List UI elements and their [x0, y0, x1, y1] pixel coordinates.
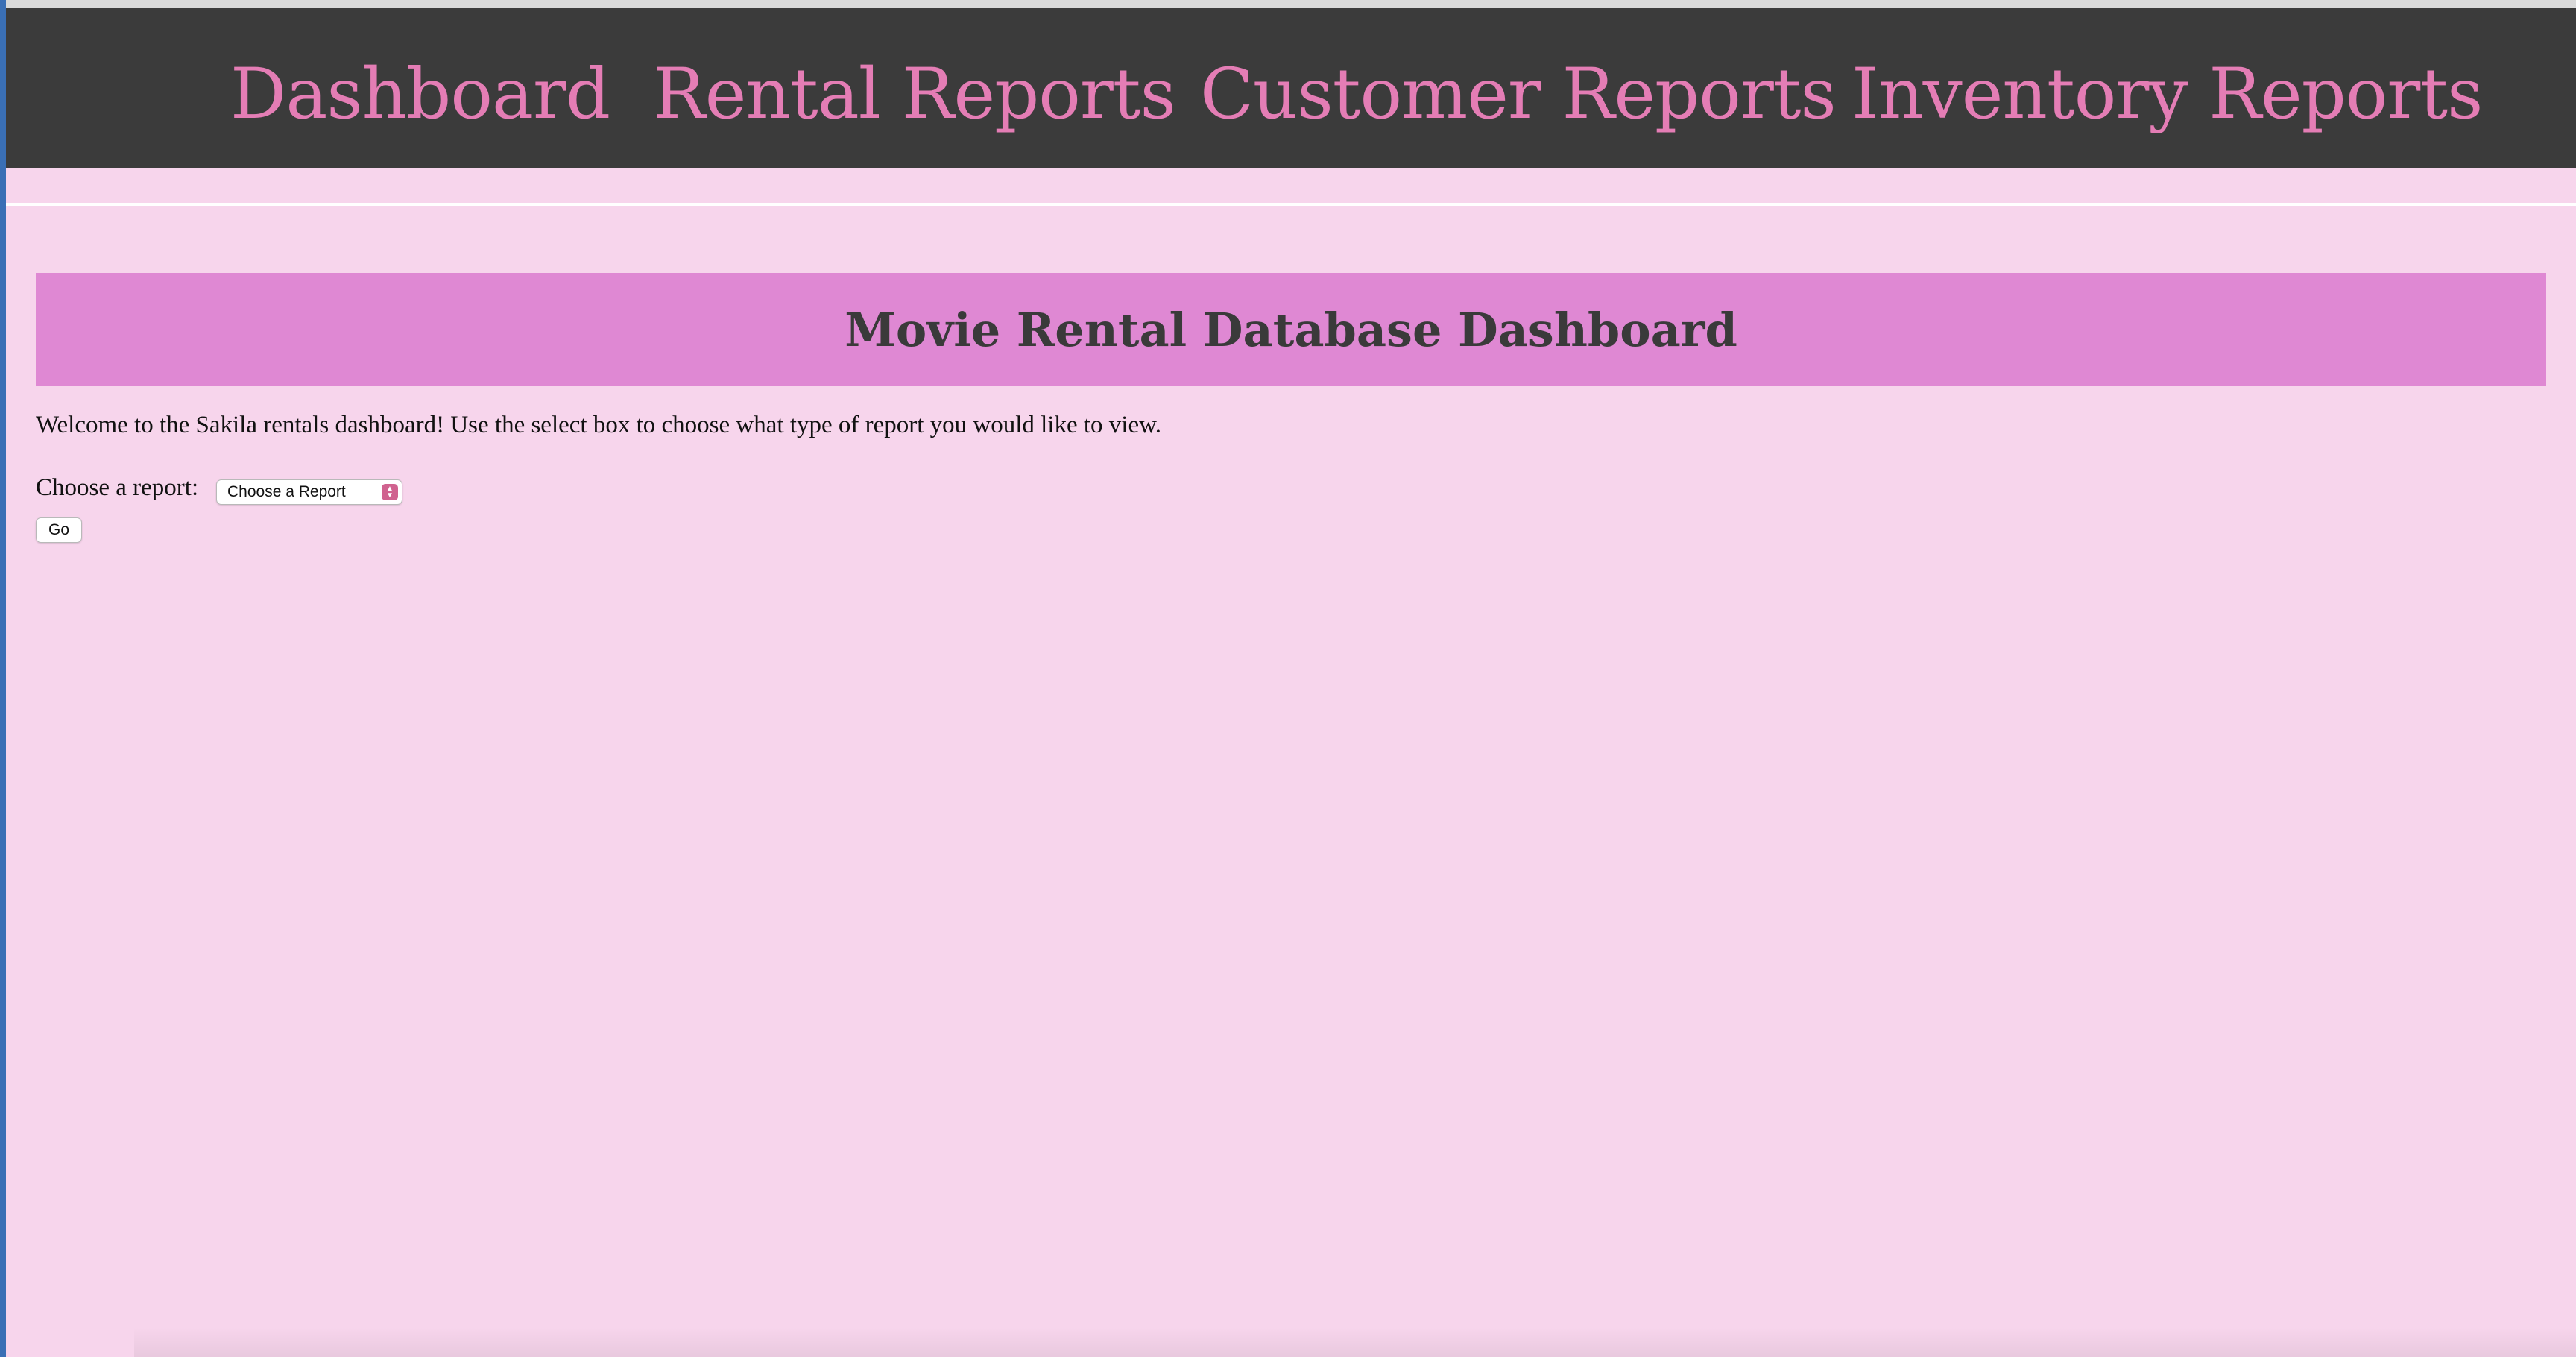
window-bottom-shadow: [134, 1327, 2576, 1357]
browser-top-strip: [6, 0, 2576, 8]
nav-link-dashboard[interactable]: Dashboard: [230, 50, 610, 139]
header-divider: [6, 203, 2576, 206]
go-button[interactable]: Go: [36, 517, 82, 543]
report-select-value: Choose a Report: [227, 483, 346, 500]
report-select[interactable]: Choose a Report ▲ ▼: [216, 479, 402, 505]
up-down-chevron-icon: ▲ ▼: [382, 484, 398, 500]
nav-link-customer-reports[interactable]: Customer Reports: [1200, 50, 1837, 139]
report-select-label: Choose a report:: [36, 474, 199, 501]
nav-link-inventory-reports[interactable]: Inventory Reports: [1852, 50, 2483, 139]
page-title: Movie Rental Database Dashboard: [845, 302, 1737, 357]
welcome-text: Welcome to the Sakila rentals dashboard!…: [36, 412, 1162, 438]
top-navbar: Dashboard Rental Reports Customer Report…: [6, 8, 2576, 168]
nav-link-rental-reports[interactable]: Rental Reports: [653, 50, 1176, 139]
window-edge: [0, 0, 6, 1357]
title-banner: Movie Rental Database Dashboard: [36, 273, 2546, 386]
